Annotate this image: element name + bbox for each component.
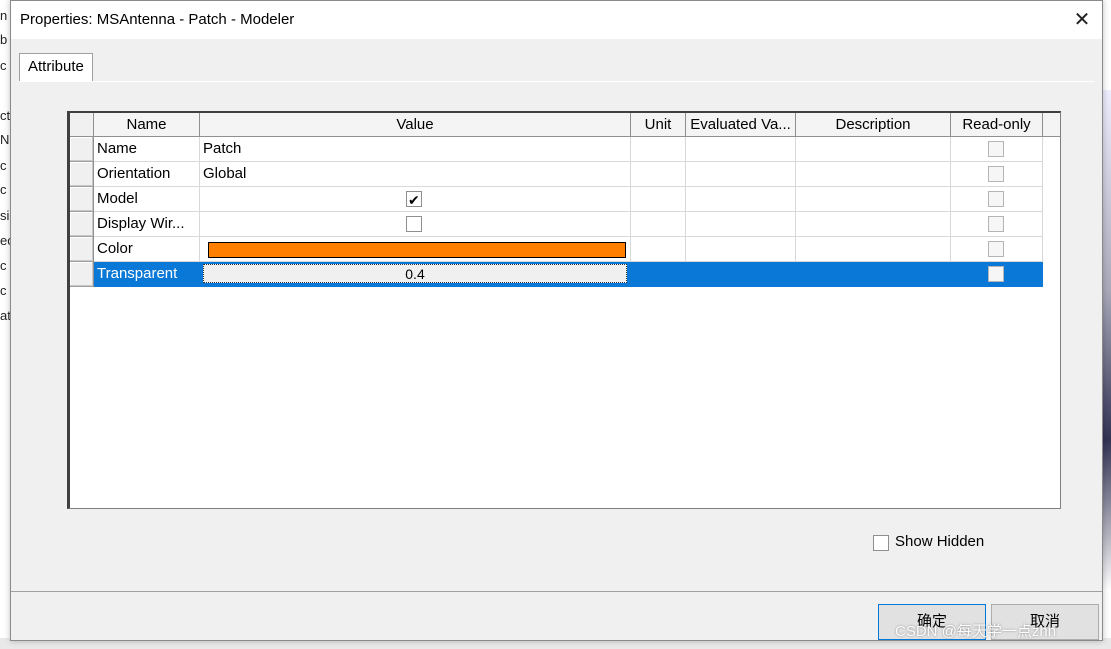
- read-only-checkbox: [988, 141, 1004, 157]
- table-row[interactable]: Orientation Global: [70, 162, 1046, 187]
- model-checkbox[interactable]: [406, 188, 422, 211]
- column-header-value[interactable]: Value: [200, 113, 631, 137]
- transparent-value-input[interactable]: 0.4: [203, 264, 627, 283]
- unit-cell: [631, 187, 686, 212]
- read-only-cell: [951, 137, 1043, 162]
- description-cell: [796, 262, 951, 287]
- read-only-cell: [951, 237, 1043, 262]
- read-only-checkbox: [988, 166, 1004, 182]
- row-header[interactable]: [70, 212, 94, 237]
- property-name: Model: [94, 187, 200, 212]
- row-header[interactable]: [70, 237, 94, 262]
- read-only-checkbox: [988, 241, 1004, 257]
- read-only-cell: [951, 262, 1043, 287]
- table-row[interactable]: Name Patch: [70, 137, 1046, 162]
- row-header[interactable]: [70, 262, 94, 287]
- read-only-checkbox: [988, 191, 1004, 207]
- evaluated-value-cell: [686, 212, 796, 237]
- column-header-description[interactable]: Description: [796, 113, 951, 137]
- close-icon: ✕: [1073, 9, 1091, 31]
- show-hidden-label: Show Hidden: [895, 533, 985, 550]
- unit-cell: [631, 137, 686, 162]
- unit-cell: [631, 212, 686, 237]
- table-row-selected[interactable]: Transparent 0.4: [70, 262, 1046, 287]
- table-row[interactable]: Display Wir...: [70, 212, 1046, 237]
- property-name: Name: [94, 137, 200, 162]
- evaluated-value-cell: [686, 187, 796, 212]
- unit-cell: [631, 262, 686, 287]
- read-only-cell: [951, 212, 1043, 237]
- read-only-checkbox: [988, 266, 1004, 282]
- read-only-cell: [951, 162, 1043, 187]
- unit-cell: [631, 237, 686, 262]
- column-header-unit[interactable]: Unit: [631, 113, 686, 137]
- dialog-title: Properties: MSAntenna - Patch - Modeler: [20, 11, 295, 28]
- properties-dialog: Properties: MSAntenna - Patch - Modeler …: [10, 0, 1103, 641]
- description-cell: [796, 137, 951, 162]
- property-name: Display Wir...: [94, 212, 200, 237]
- evaluated-value-cell: [686, 137, 796, 162]
- property-value: [200, 187, 631, 212]
- title-bar[interactable]: Properties: MSAntenna - Patch - Modeler …: [11, 1, 1102, 39]
- evaluated-value-cell: [686, 237, 796, 262]
- description-cell: [796, 212, 951, 237]
- column-header-name[interactable]: Name: [94, 113, 200, 137]
- property-name: Orientation: [94, 162, 200, 187]
- corner-header: [70, 113, 94, 137]
- row-header[interactable]: [70, 137, 94, 162]
- color-swatch[interactable]: [208, 242, 626, 258]
- show-hidden-checkbox[interactable]: [873, 535, 889, 551]
- column-header-evaluated-value[interactable]: Evaluated Va...: [686, 113, 796, 137]
- evaluated-value-cell: [686, 162, 796, 187]
- property-value: [200, 212, 631, 237]
- evaluated-value-cell: [686, 262, 796, 287]
- row-header[interactable]: [70, 162, 94, 187]
- read-only-checkbox: [988, 216, 1004, 232]
- unit-cell: [631, 162, 686, 187]
- description-cell: [796, 237, 951, 262]
- display-wireframe-checkbox[interactable]: [406, 216, 422, 232]
- property-name: Color: [94, 237, 200, 262]
- property-value: 0.4: [200, 262, 631, 287]
- read-only-cell: [951, 187, 1043, 212]
- properties-grid: Name Value Unit Evaluated Va... Descript…: [67, 111, 1061, 509]
- property-name: Transparent: [94, 262, 200, 287]
- column-header-filler: [1043, 113, 1060, 137]
- close-button[interactable]: ✕: [1068, 7, 1096, 33]
- description-cell: [796, 187, 951, 212]
- property-value: [200, 237, 631, 262]
- row-header[interactable]: [70, 187, 94, 212]
- property-value[interactable]: Global: [200, 162, 631, 187]
- description-cell: [796, 162, 951, 187]
- divider: [11, 591, 1102, 592]
- watermark: CSDN @每天学一点zhn: [895, 623, 1057, 640]
- table-row[interactable]: Color: [70, 237, 1046, 262]
- table-row[interactable]: Model: [70, 187, 1046, 212]
- property-value[interactable]: Patch: [200, 137, 631, 162]
- tab-attribute[interactable]: Attribute: [19, 53, 93, 82]
- column-header-read-only[interactable]: Read-only: [951, 113, 1043, 137]
